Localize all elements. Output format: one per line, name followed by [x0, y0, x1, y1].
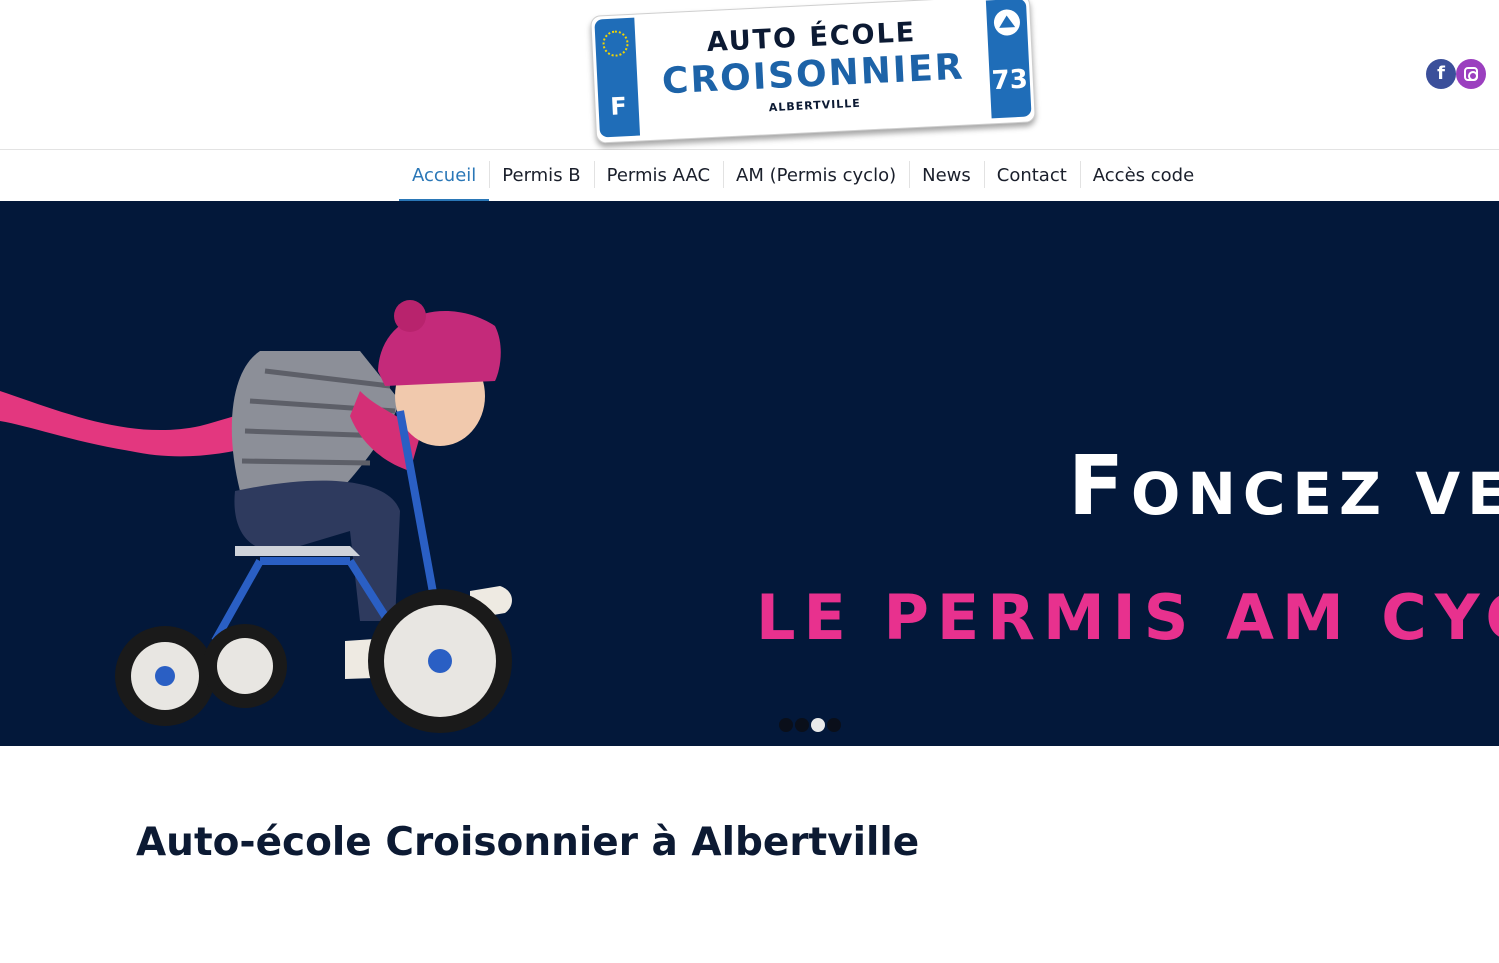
- nav-item-permis-aac[interactable]: Permis AAC: [593, 150, 723, 201]
- department-number: 73: [990, 64, 1029, 97]
- child-on-tricycle-image: [0, 300, 512, 733]
- instagram-icon[interactable]: [1456, 59, 1486, 89]
- slider-pagination: [779, 718, 841, 732]
- country-letter: F: [609, 92, 628, 121]
- slider-dot-3[interactable]: [811, 718, 825, 732]
- page-title: Auto-école Croisonnier à Albertville: [136, 820, 920, 865]
- slider-dot-2[interactable]: [795, 718, 809, 732]
- eu-band: F: [594, 17, 641, 138]
- site-header: F AUTO ÉCOLE CROISONNIER ALBERTVILLE 73 …: [0, 0, 1499, 150]
- facebook-glyph: f: [1437, 63, 1445, 84]
- slide-headline-rest: ONCEZ VERS: [1131, 460, 1499, 528]
- nav-item-permis-b[interactable]: Permis B: [489, 150, 593, 201]
- slide-headline: FONCEZ VERS: [1068, 439, 1499, 534]
- nav-list: Accueil Permis B Permis AAC AM (Permis c…: [399, 150, 1207, 201]
- region-logo-icon: [993, 8, 1021, 37]
- nav-item-contact[interactable]: Contact: [983, 150, 1080, 201]
- slider-dot-1[interactable]: [779, 718, 793, 732]
- slide-headline-cap: F: [1068, 439, 1132, 534]
- license-plate-logo: F AUTO ÉCOLE CROISONNIER ALBERTVILLE 73: [590, 0, 1036, 144]
- eu-stars-icon: [601, 29, 630, 58]
- nav-item-acces-code[interactable]: Accès code: [1079, 150, 1207, 201]
- nav-item-news[interactable]: News: [909, 150, 984, 201]
- instagram-glyph: [1464, 67, 1478, 81]
- nav-item-am-permis-cyclo[interactable]: AM (Permis cyclo): [723, 150, 909, 201]
- main-navigation: Accueil Permis B Permis AAC AM (Permis c…: [0, 150, 1499, 201]
- site-logo[interactable]: F AUTO ÉCOLE CROISONNIER ALBERTVILLE 73: [590, 0, 1036, 144]
- department-band: 73: [985, 0, 1032, 119]
- facebook-icon[interactable]: f: [1426, 59, 1456, 89]
- slide-subheadline: LE PERMIS AM CYCLO: [756, 581, 1499, 654]
- hero-slider[interactable]: FONCEZ VERS LE PERMIS AM CYCLO: [0, 201, 1499, 746]
- nav-item-accueil[interactable]: Accueil: [399, 150, 490, 201]
- slider-dot-4[interactable]: [827, 718, 841, 732]
